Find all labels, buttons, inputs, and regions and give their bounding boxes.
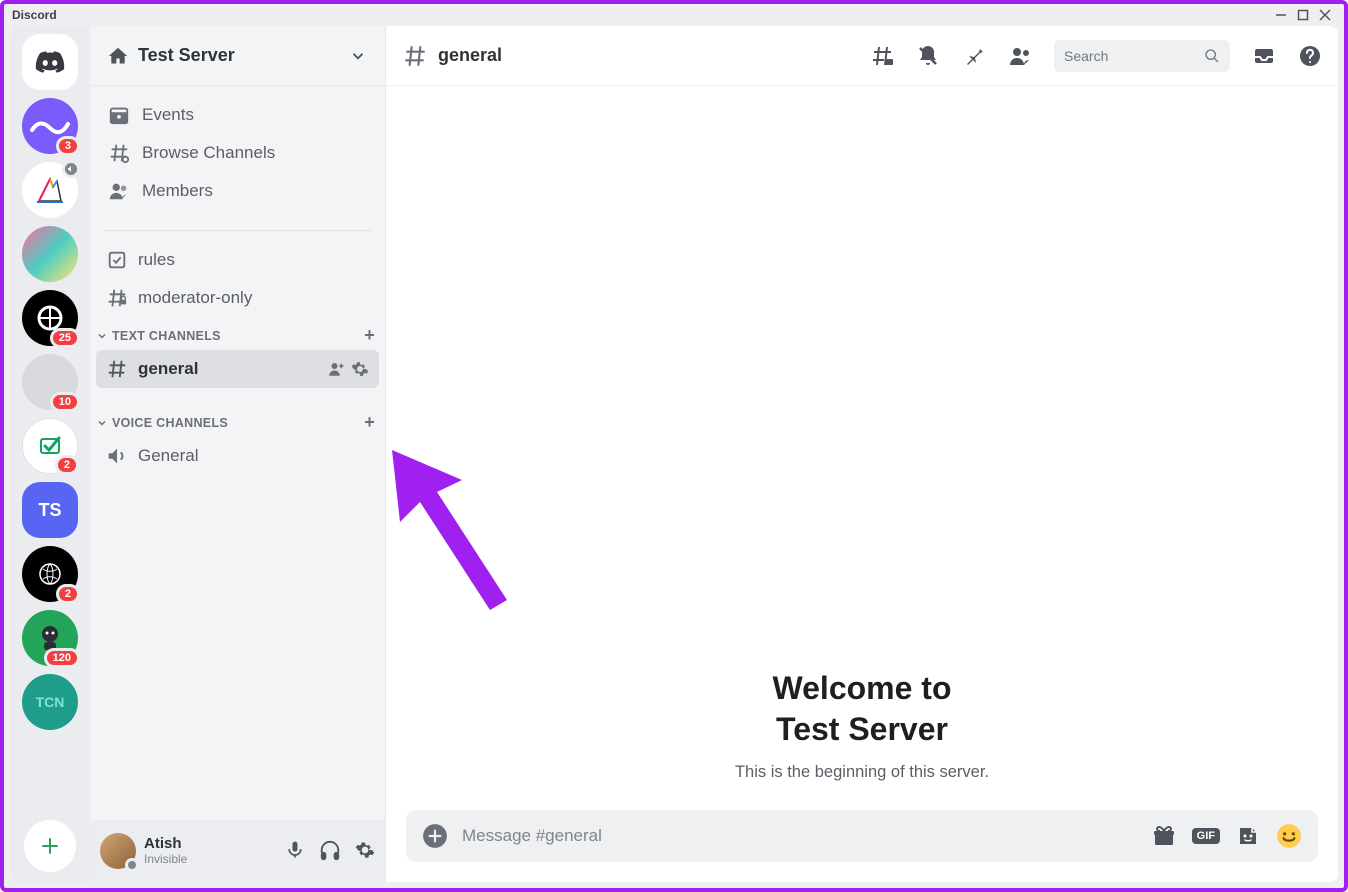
chevron-down-icon [96,330,108,342]
search-icon [1204,48,1220,64]
settings-gear-icon[interactable] [355,840,375,860]
channel-rules[interactable]: rules [96,241,379,279]
inbox-icon[interactable] [1252,44,1276,68]
server-s8[interactable]: 2 [22,546,78,602]
composer-placeholder: Message #general [462,826,1138,846]
help-icon[interactable] [1298,44,1322,68]
notifications-icon[interactable] [916,44,940,68]
nav-browse-channels[interactable]: Browse Channels [98,134,377,172]
server-s9[interactable]: 120 [22,610,78,666]
hash-icon [106,358,128,380]
server-name: Test Server [138,45,349,66]
nav-label: Members [142,181,213,201]
browse-icon [108,142,130,164]
server-initials: TCN [36,694,65,710]
nav-members[interactable]: Members [98,172,377,210]
user-avatar[interactable] [100,833,136,869]
add-channel-button[interactable]: + [364,412,375,433]
calendar-icon [108,104,130,126]
nav-label: Events [142,105,194,125]
message-composer[interactable]: Message #general GIF [406,810,1318,862]
pinned-icon[interactable] [962,44,986,68]
chevron-down-icon [349,47,367,65]
welcome-heading: Welcome to Test Server [773,668,952,751]
server-icon [33,173,67,207]
add-server-button[interactable] [24,820,76,872]
server-badge: 10 [50,392,80,412]
server-s5[interactable]: 10 [22,354,78,410]
hash-lock-icon [106,287,128,309]
channel-title: general [438,45,502,66]
category-voice-channels[interactable]: VOICE CHANNELS + [90,404,385,437]
add-channel-button[interactable]: + [364,325,375,346]
channel-label: rules [138,250,175,270]
server-badge: 2 [56,584,80,604]
presence-indicator [125,858,139,872]
gear-icon[interactable] [351,360,369,378]
add-attachment-icon[interactable] [422,823,448,849]
gift-icon[interactable] [1152,824,1176,848]
server-dm[interactable] [22,34,78,90]
nav-events[interactable]: Events [98,96,377,134]
user-status: Invisible [144,853,187,866]
category-label: VOICE CHANNELS [112,416,228,430]
chat-area: general Search Welcome to [386,26,1338,882]
channel-label: moderator-only [138,288,252,308]
mic-icon[interactable] [285,840,305,860]
discord-logo-icon [35,51,65,73]
server-s3[interactable] [22,226,78,282]
server-s6[interactable]: 2 [22,418,78,474]
speaker-icon [106,445,128,467]
nav-label: Browse Channels [142,143,275,163]
hash-icon [402,43,428,69]
server-header[interactable]: Test Server [90,26,385,86]
emoji-icon[interactable] [1276,823,1302,849]
server-list: 3 25 10 2 TS 2 [10,26,90,882]
plus-icon [40,836,60,856]
search-input[interactable]: Search [1054,40,1230,72]
server-badge: 25 [50,328,80,348]
voice-channel-general[interactable]: General [96,437,379,475]
server-badge: 120 [44,648,80,668]
server-s1[interactable]: 3 [22,98,78,154]
threads-icon[interactable] [870,44,894,68]
channel-label: general [138,359,198,379]
maximize-button[interactable] [1292,4,1314,26]
welcome-subtext: This is the beginning of this server. [735,763,989,782]
channel-sidebar: Test Server Events Browse Channels Membe… [90,26,386,882]
user-name: Atish [144,836,187,853]
chat-messages: Welcome to Test Server This is the begin… [386,86,1338,810]
server-badge: 3 [56,136,80,156]
invite-icon[interactable] [327,360,345,378]
divider [104,230,371,231]
chat-header: general Search [386,26,1338,86]
user-panel: Atish Invisible [90,820,385,882]
server-s7[interactable]: TS [22,482,78,538]
muted-icon [62,160,80,178]
member-list-icon[interactable] [1008,44,1032,68]
channel-label: General [138,446,198,466]
chevron-down-icon [96,417,108,429]
rules-icon [106,249,128,271]
sticker-icon[interactable] [1236,824,1260,848]
server-s2[interactable] [22,162,78,218]
search-placeholder: Search [1064,48,1204,64]
category-label: TEXT CHANNELS [112,329,221,343]
window-title: Discord [12,8,57,22]
gif-icon[interactable]: GIF [1192,828,1220,844]
channel-moderator-only[interactable]: moderator-only [96,279,379,317]
category-text-channels[interactable]: TEXT CHANNELS + [90,317,385,350]
home-icon [108,46,128,66]
channel-general[interactable]: general [96,350,379,388]
close-button[interactable] [1314,4,1336,26]
headphones-icon[interactable] [319,840,341,862]
server-icon [30,116,70,136]
server-s4[interactable]: 25 [22,290,78,346]
minimize-button[interactable] [1270,4,1292,26]
server-initials: TS [38,500,61,521]
server-s10[interactable]: TCN [22,674,78,730]
server-badge: 2 [55,455,79,475]
members-icon [108,180,130,202]
